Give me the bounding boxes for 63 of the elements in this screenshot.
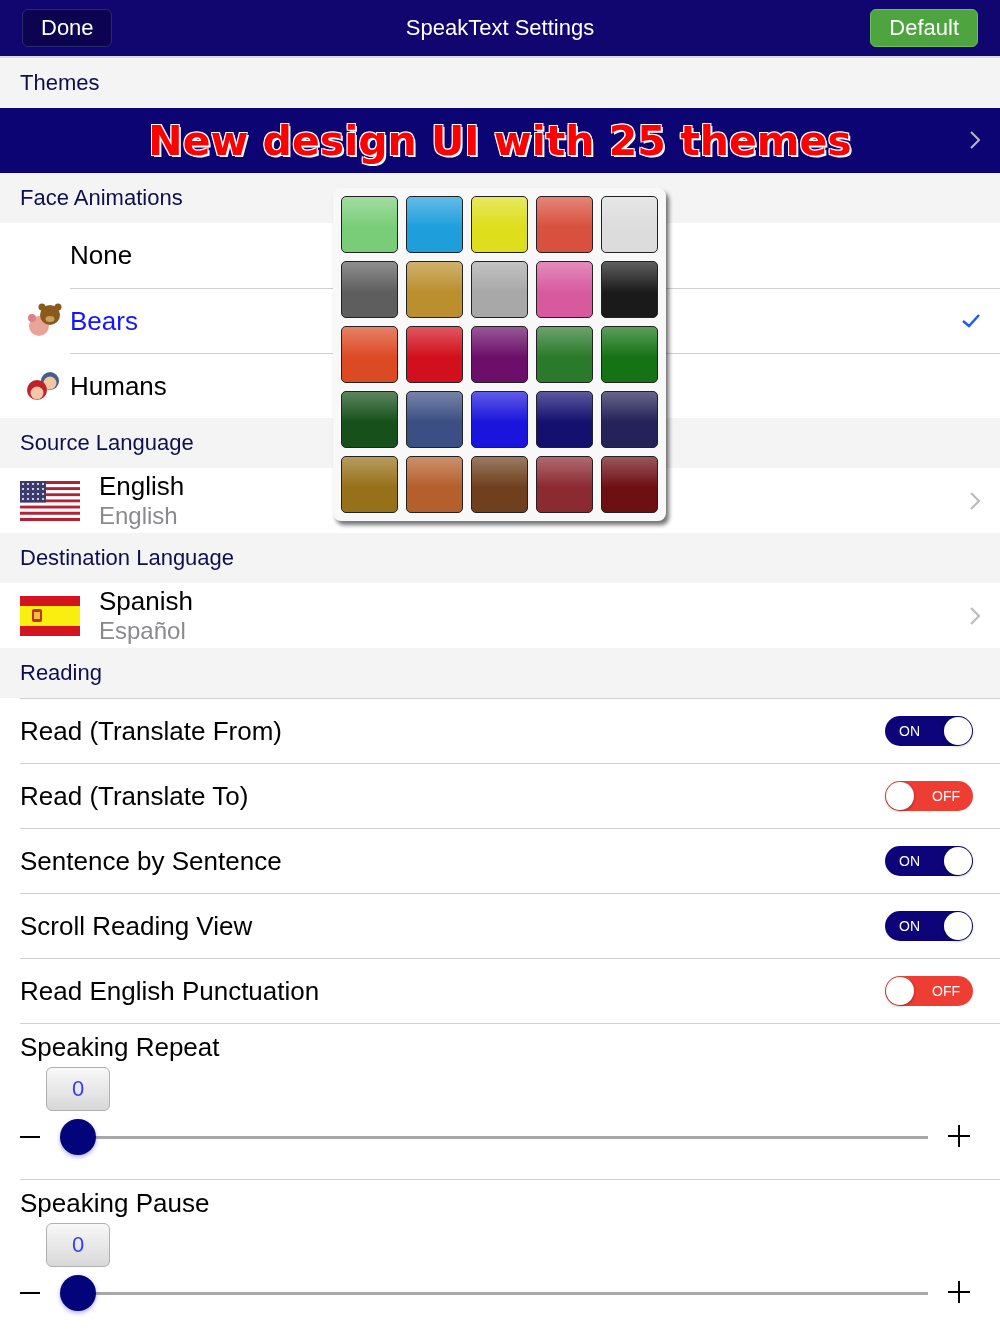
- toggle-switch[interactable]: ON: [885, 716, 973, 746]
- theme-swatch[interactable]: [536, 326, 593, 383]
- section-header: Face Animations: [20, 185, 183, 211]
- setting-label: Read (Translate To): [20, 780, 250, 812]
- toggle-switch[interactable]: OFF: [885, 781, 973, 811]
- theme-swatch[interactable]: [341, 196, 398, 253]
- chevron-icon: [970, 491, 980, 510]
- theme-swatch[interactable]: [471, 391, 528, 448]
- plus-icon[interactable]: [948, 1281, 970, 1303]
- theme-swatch[interactable]: [601, 391, 658, 448]
- plus-icon[interactable]: [948, 1125, 970, 1147]
- theme-swatch[interactable]: [601, 196, 658, 253]
- theme-swatch[interactable]: [601, 326, 658, 383]
- theme-swatch[interactable]: [471, 456, 528, 513]
- themes-banner[interactable]: New design UI with 25 themes: [0, 108, 1000, 173]
- slider-thumb[interactable]: [60, 1275, 96, 1311]
- language-native-name: English: [99, 500, 179, 531]
- section-header: Reading: [20, 660, 102, 686]
- screen-title: SpeakText Settings: [405, 15, 595, 40]
- setting-label: Speaking Repeat: [20, 1032, 221, 1063]
- theme-swatch[interactable]: [471, 326, 528, 383]
- setting-label: Scroll Reading View: [20, 910, 254, 942]
- theme-swatch[interactable]: [406, 391, 463, 448]
- checkmark-icon: [962, 314, 980, 328]
- theme-swatch[interactable]: [406, 456, 463, 513]
- chevron-icon: [970, 606, 980, 625]
- chevron-icon: [970, 131, 980, 149]
- spain-flag-icon: [20, 595, 80, 636]
- slider-thumb[interactable]: [60, 1119, 96, 1155]
- theme-swatch[interactable]: [471, 196, 528, 253]
- theme-swatch[interactable]: [341, 391, 398, 448]
- theme-swatch[interactable]: [536, 456, 593, 513]
- section-header: Destination Language: [20, 545, 235, 571]
- setting-label: Sentence by Sentence: [20, 845, 283, 877]
- value-bubble: 0: [46, 1223, 110, 1267]
- us-flag-icon: [20, 480, 80, 521]
- language-native-name: Español: [99, 615, 187, 646]
- value-bubble: 0: [46, 1067, 110, 1111]
- theme-swatch[interactable]: [536, 196, 593, 253]
- language-name[interactable]: Spanish: [99, 585, 970, 616]
- theme-swatch[interactable]: [406, 261, 463, 318]
- toggle-switch[interactable]: ON: [885, 911, 973, 941]
- done-button[interactable]: Done: [22, 9, 112, 47]
- language-name[interactable]: English: [99, 470, 970, 501]
- toggle-switch[interactable]: ON: [885, 846, 973, 876]
- setting-label: Read (Translate From): [20, 715, 283, 747]
- theme-swatch[interactable]: [406, 196, 463, 253]
- theme-swatch[interactable]: [536, 391, 593, 448]
- face-option[interactable]: None: [0, 223, 1000, 288]
- theme-swatch[interactable]: [536, 261, 593, 318]
- theme-swatch[interactable]: [601, 456, 658, 513]
- theme-swatch[interactable]: [341, 456, 398, 513]
- setting-label: Speaking Pause: [20, 1188, 211, 1219]
- theme-swatch[interactable]: [341, 261, 398, 318]
- theme-swatch[interactable]: [341, 326, 398, 383]
- section-header: Themes: [20, 70, 100, 96]
- toggle-switch[interactable]: OFF: [885, 976, 973, 1006]
- bear-faces-icon: [26, 302, 62, 339]
- theme-swatch[interactable]: [601, 261, 658, 318]
- setting-label: Read English Punctuation: [20, 975, 321, 1007]
- theme-swatch[interactable]: [406, 326, 463, 383]
- section-header: Source Language: [20, 430, 194, 456]
- theme-swatch[interactable]: [471, 261, 528, 318]
